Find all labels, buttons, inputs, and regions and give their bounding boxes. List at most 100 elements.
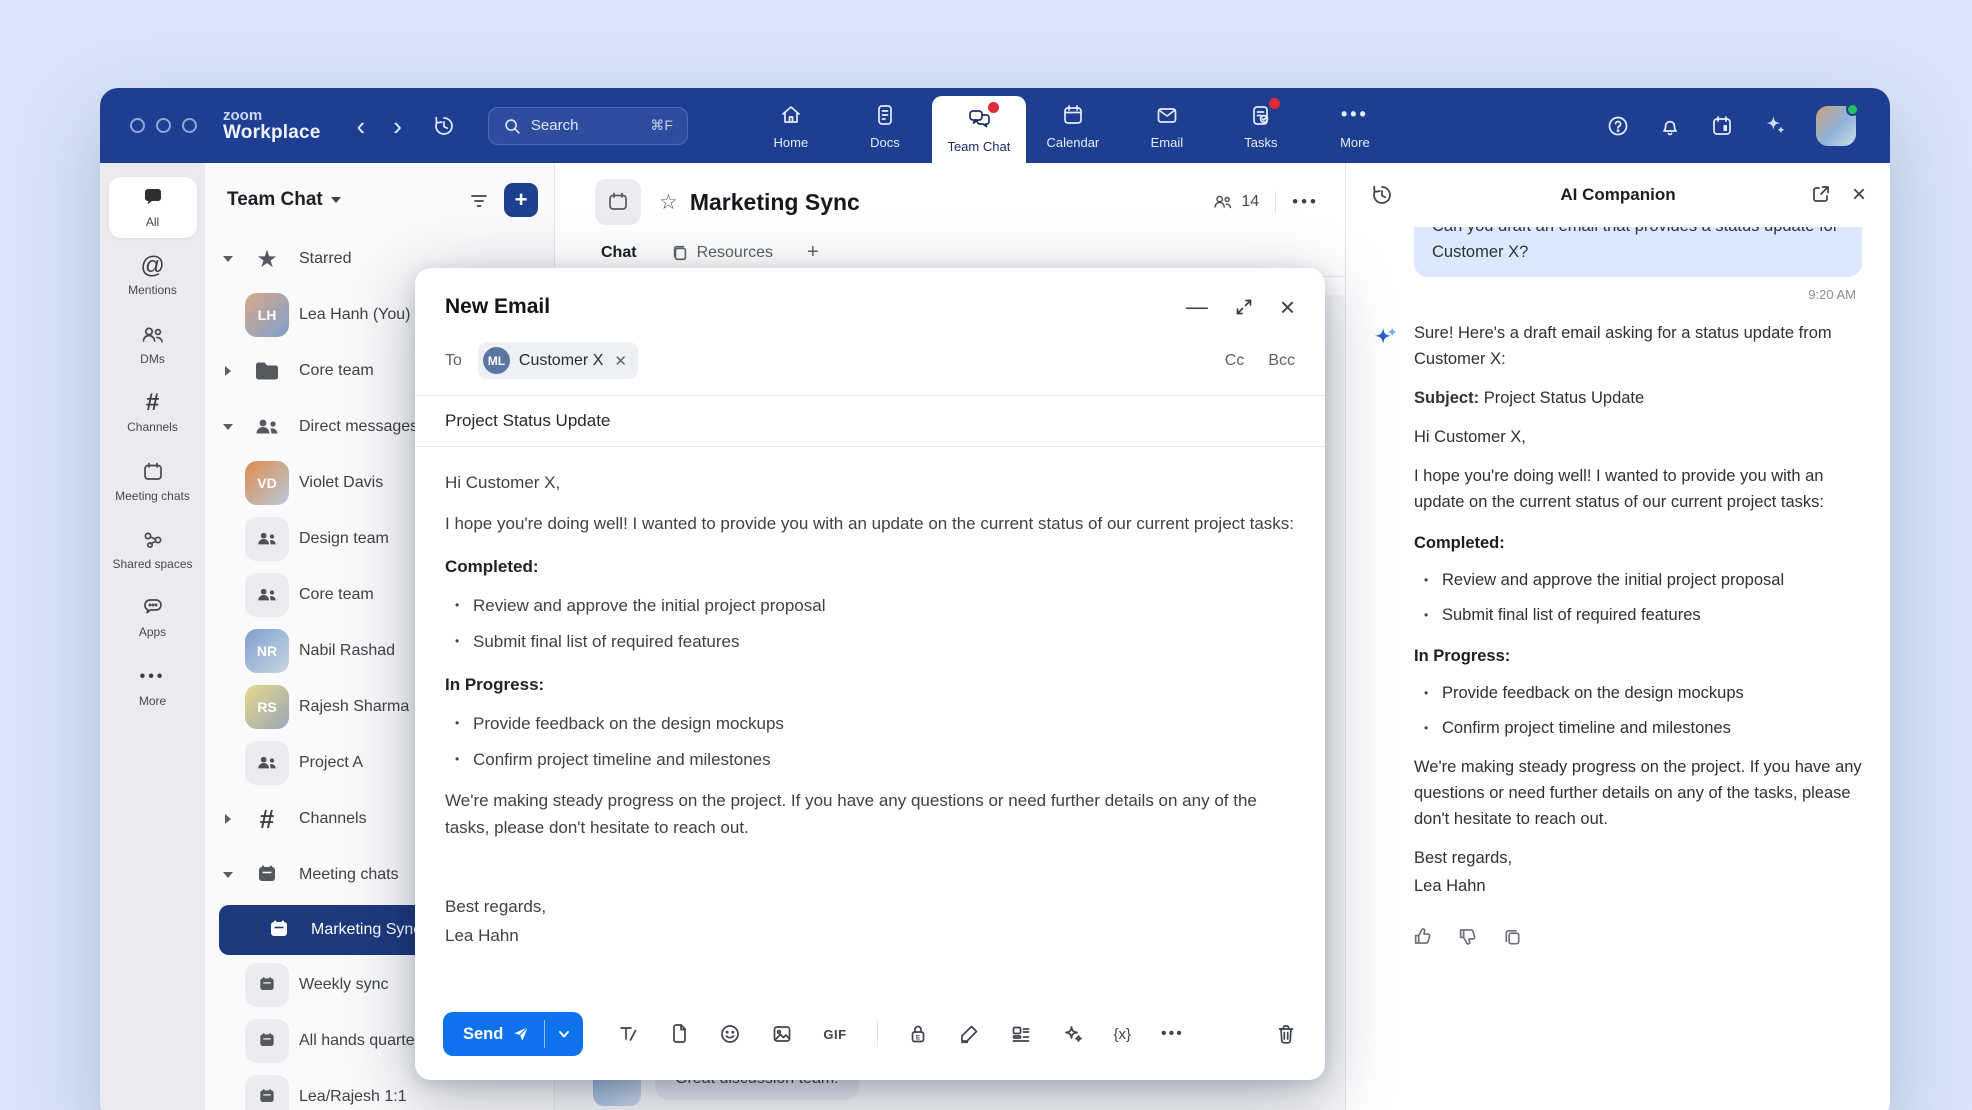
add-chat-button[interactable]: + [504,183,538,217]
ai-history-icon[interactable] [1370,183,1394,207]
chevron-down-icon[interactable] [221,256,235,262]
maximize-window-circle[interactable] [182,118,197,133]
rail-item-dms[interactable]: DMs [109,314,197,375]
open-in-new-window-icon[interactable] [1810,183,1832,207]
rail-item-more[interactable]: ••• More [109,656,197,717]
tab-home[interactable]: Home [744,88,838,163]
search-icon [503,117,521,135]
rail-item-shared-spaces[interactable]: Shared spaces [109,519,197,580]
thumbs-up-icon[interactable] [1412,926,1433,947]
emoji-icon[interactable] [719,1023,741,1045]
copy-icon[interactable] [1502,926,1523,947]
chevron-down-icon[interactable] [221,424,235,430]
add-tab-button[interactable]: + [807,241,819,264]
close-icon[interactable]: × [1280,294,1295,320]
chevron-down-icon[interactable] [221,872,235,878]
rail-item-apps[interactable]: Apps [109,587,197,648]
channel-more-icon[interactable]: ••• [1292,192,1319,212]
window-traffic-lights[interactable] [130,118,197,133]
text-format-icon[interactable] [617,1023,639,1045]
chevron-right-icon[interactable] [221,814,235,824]
remove-recipient-icon[interactable]: ✕ [614,352,627,370]
gif-icon[interactable]: GIF [823,1027,846,1042]
ai-greeting: Hi Customer X, [1414,424,1862,450]
cc-button[interactable]: Cc [1225,352,1245,370]
template-icon[interactable] [1010,1023,1032,1045]
rail-item-meeting-chats[interactable]: Meeting chats [109,451,197,512]
subject-field[interactable]: Project Status Update [415,396,1325,447]
tab-resources[interactable]: Resources [671,244,773,262]
ai-sparkle-icon [1370,324,1400,912]
bcc-button[interactable]: Bcc [1268,352,1295,370]
list-item: Confirm project timeline and milestones [1420,715,1862,741]
variables-icon[interactable]: {x} [1114,1026,1132,1043]
tab-more[interactable]: ••• More [1308,88,1402,163]
history-icon[interactable] [432,114,456,138]
ai-companion-panel: AI Companion × Can you draft an email th… [1345,163,1890,1110]
rail-item-all[interactable]: All [109,177,197,238]
star-icon: ★ [245,237,289,281]
search-input[interactable]: Search ⌘F [488,107,688,145]
back-arrow-icon[interactable]: ‹ [349,113,374,139]
sidebar-title[interactable]: Team Chat [227,189,323,211]
ai-signature: Lea Hahn [1414,873,1862,899]
calendar-icon [1061,102,1085,128]
star-outline-icon[interactable]: ☆ [659,190,678,215]
signature-icon[interactable] [958,1023,980,1045]
tab-tasks[interactable]: Tasks [1214,88,1308,163]
notifications-bell-icon[interactable] [1658,114,1682,138]
minimize-icon[interactable]: — [1186,294,1208,320]
ai-intro: Sure! Here's a draft email asking for a … [1414,320,1862,372]
insert-image-icon[interactable] [771,1023,793,1045]
more-tools-icon[interactable]: ••• [1161,1025,1184,1043]
email-completed-heading: Completed: [445,553,1295,580]
ai-conversation[interactable]: Can you draft an email that provides a s… [1346,227,1890,1110]
thumbs-down-icon[interactable] [1457,926,1478,947]
close-icon[interactable]: × [1852,183,1866,207]
list-item: Confirm project timeline and milestones [451,746,1295,773]
attach-file-icon[interactable] [669,1023,689,1045]
discard-draft-icon[interactable] [1275,1023,1297,1045]
main-nav-tabs: Home Docs Team Chat Calendar [744,88,1402,163]
meeting-chat-icon [245,1075,289,1110]
ai-regards: Best regards, [1414,845,1862,871]
meeting-chat-icon [257,908,301,952]
calendar-date-icon[interactable] [1710,114,1734,138]
tab-team-chat[interactable]: Team Chat [932,96,1026,163]
tab-calendar[interactable]: Calendar [1026,88,1120,163]
close-window-circle[interactable] [130,118,145,133]
to-field-label: To [445,352,462,370]
at-icon: @ [140,254,164,278]
user-avatar[interactable] [1816,106,1856,146]
tab-email[interactable]: Email [1120,88,1214,163]
minimize-window-circle[interactable] [156,118,171,133]
rail-item-mentions[interactable]: @ Mentions [109,245,197,306]
ai-companion-sparkle-icon[interactable] [1762,113,1788,139]
ai-compose-sparkle-icon[interactable] [1062,1023,1084,1045]
chevron-down-icon[interactable] [331,197,341,203]
chevron-right-icon[interactable] [221,366,235,376]
filter-icon[interactable] [468,189,490,211]
ellipsis-icon: ••• [140,665,166,689]
email-body-editor[interactable]: Hi Customer X, I hope you're doing well!… [415,447,1325,998]
tab-docs[interactable]: Docs [838,88,932,163]
expand-icon[interactable] [1234,297,1254,317]
members-count[interactable]: 14 [1212,192,1259,212]
svg-text:E: E [915,1034,920,1041]
email-intro: I hope you're doing well! I wanted to pr… [445,510,1295,537]
channel-calendar-icon [595,179,641,225]
send-button[interactable]: Send [443,1012,544,1056]
rail-item-channels[interactable]: # Channels [109,382,197,443]
forward-arrow-icon[interactable]: › [385,113,410,139]
zoom-workplace-logo: zoom Workplace [223,108,321,144]
encrypt-icon[interactable]: E [908,1023,928,1045]
list-item: Provide feedback on the design mockups [1420,680,1862,706]
group-icon [245,741,289,785]
search-placeholder: Search [531,117,579,134]
help-icon[interactable] [1606,114,1630,138]
recipient-chip[interactable]: ML Customer X ✕ [478,342,638,379]
send-options-dropdown[interactable] [545,1012,583,1056]
ai-panel-title: AI Companion [1346,185,1890,205]
people-icon [140,323,166,347]
tab-chat[interactable]: Chat [601,244,637,262]
